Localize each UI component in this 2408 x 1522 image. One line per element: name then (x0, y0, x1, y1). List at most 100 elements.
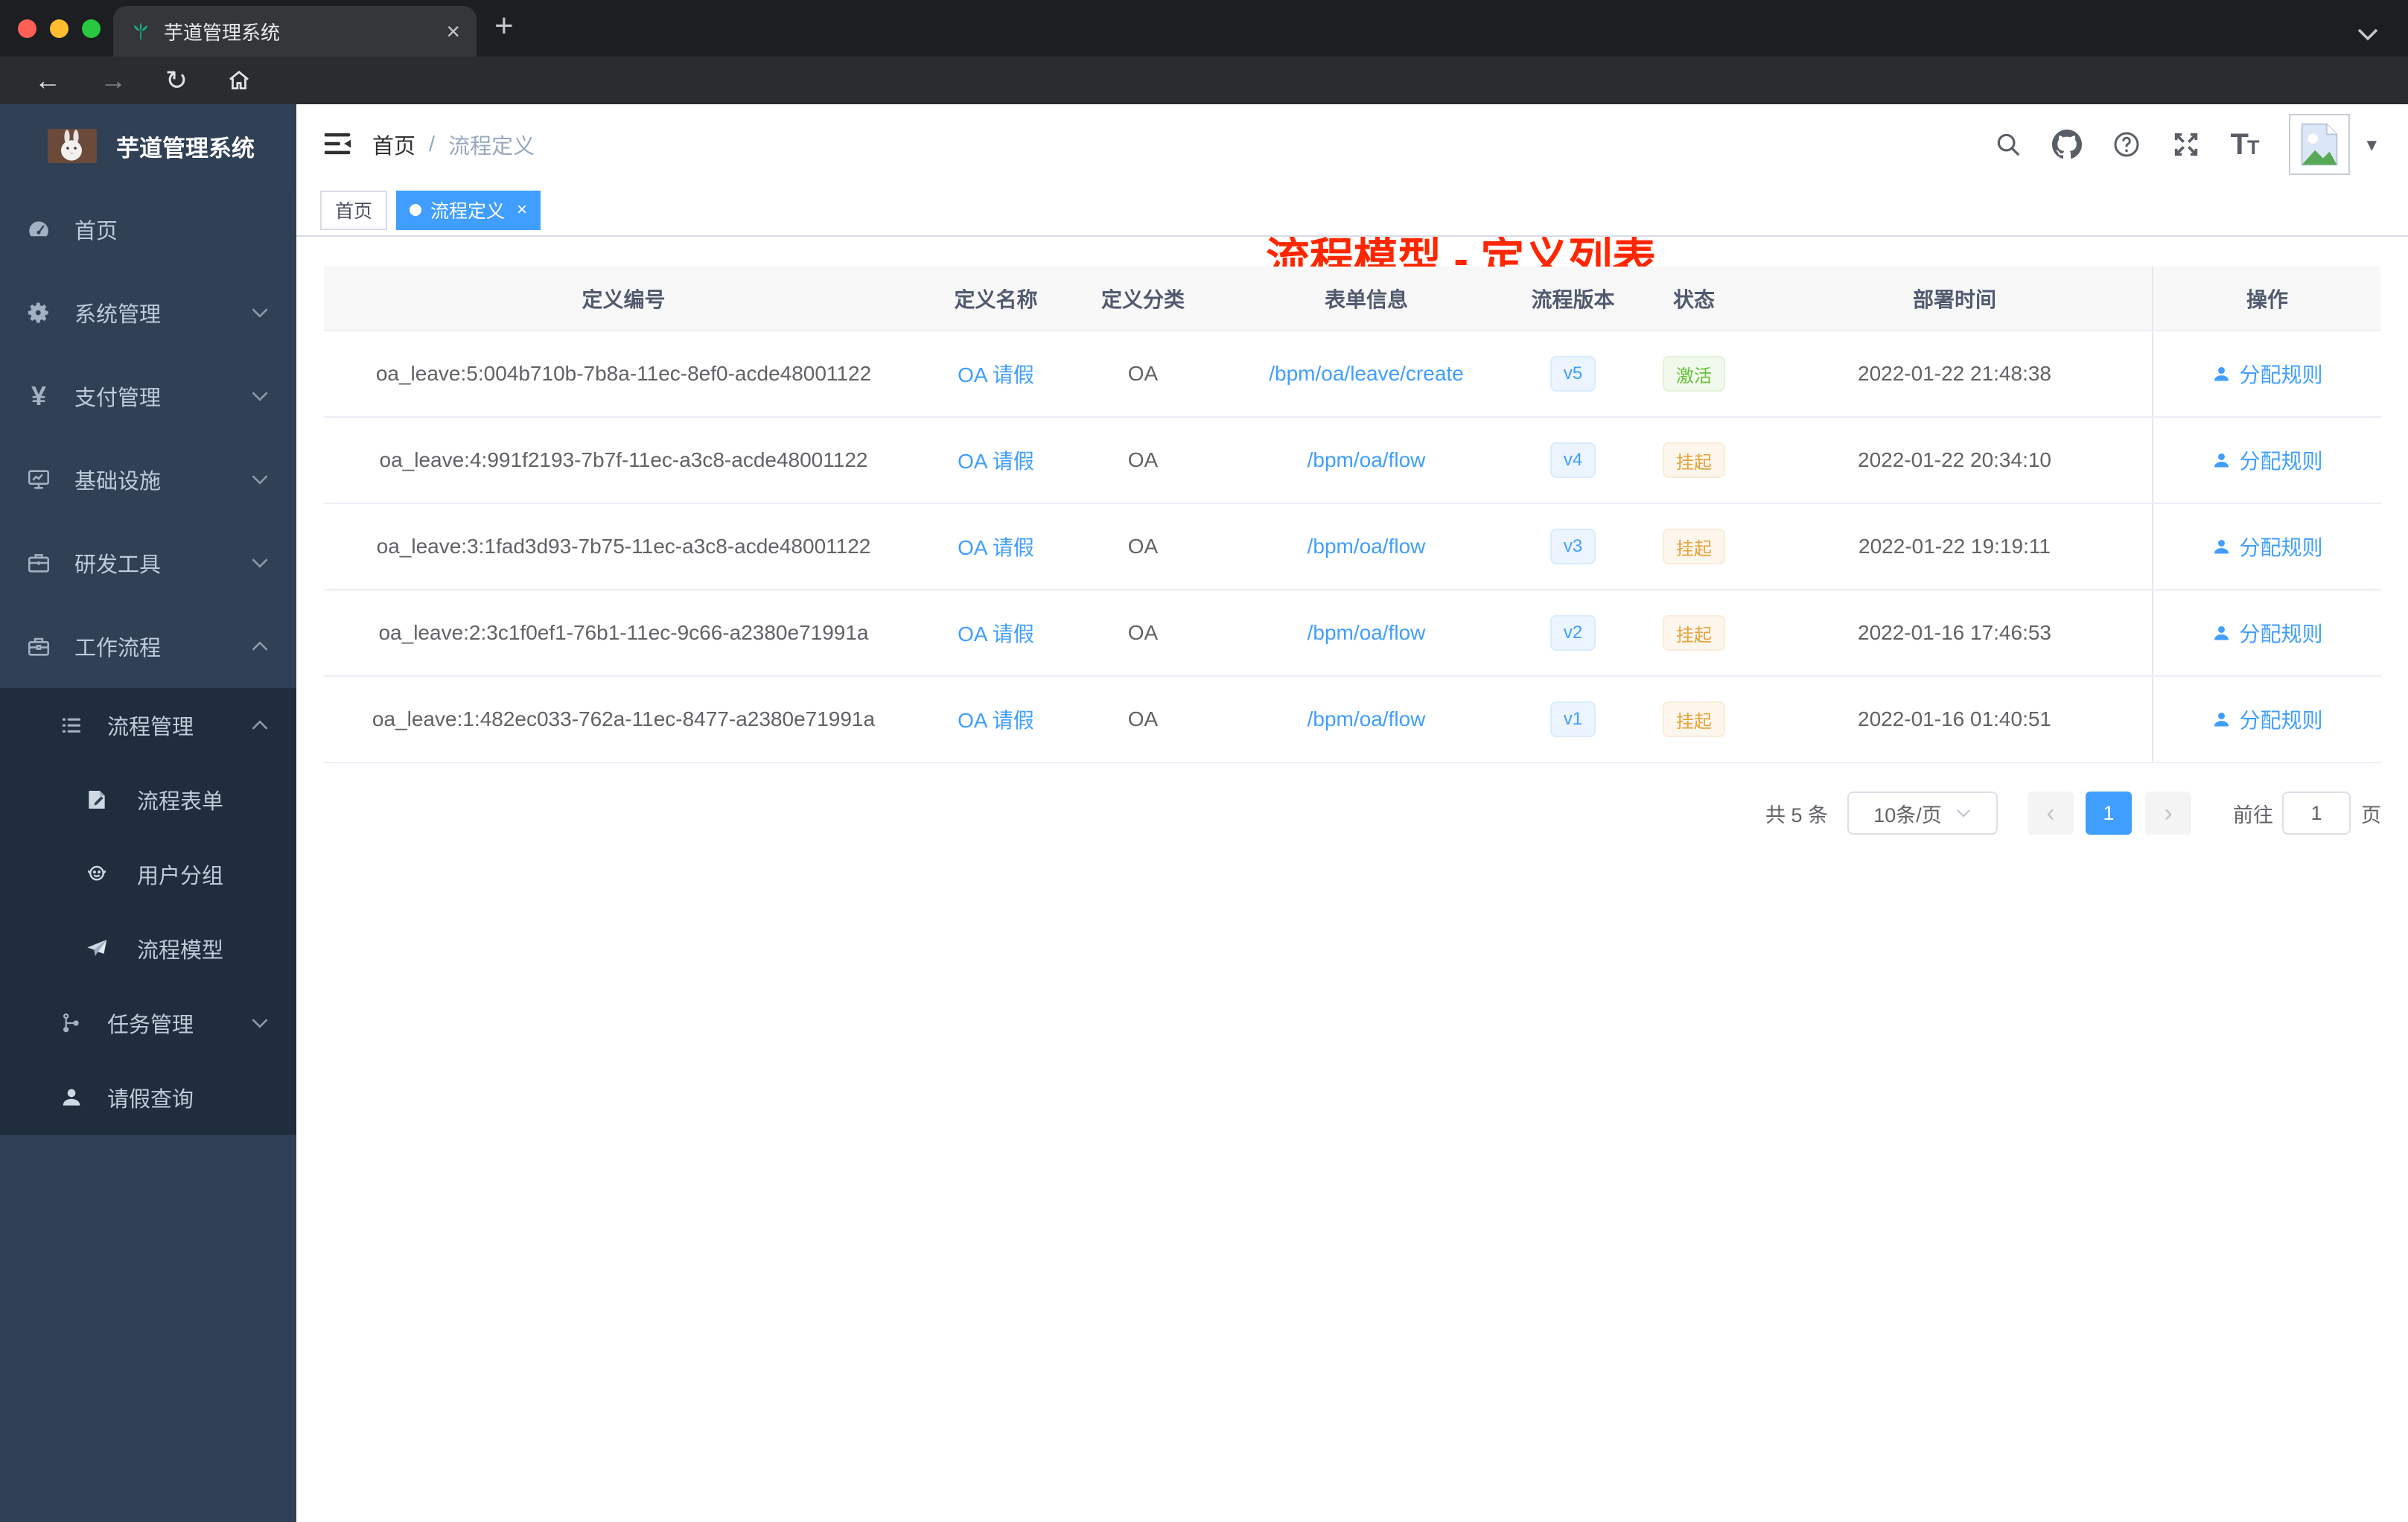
column-header: 定义编号 (582, 287, 666, 311)
column-header: 定义名称 (954, 287, 1038, 311)
help-icon[interactable] (2112, 130, 2141, 159)
sidebar-item-workflow[interactable]: 工作流程 (0, 605, 296, 688)
sidebar-item-payment[interactable]: ¥ 支付管理 (0, 354, 296, 438)
sidebar-item-label: 研发工具 (74, 553, 162, 577)
table-row: oa_leave:5:004b710b-7b8a-11ec-8ef0-acde4… (324, 331, 2381, 418)
reload-icon[interactable]: ↻ (165, 65, 188, 96)
fullscreen-icon[interactable] (2171, 130, 2201, 159)
window-controls (18, 19, 101, 38)
font-size-icon[interactable]: T T (2231, 130, 2260, 159)
action-cell: 分配规则 (2152, 590, 2381, 675)
table-row: oa_leave:3:1fad3d93-7b75-11ec-a3c8-acde4… (324, 504, 2381, 590)
sidebar-item-infrastructure[interactable]: 基础设施 (0, 438, 296, 521)
next-page-button[interactable]: › (2145, 792, 2191, 835)
person-icon (2214, 453, 2229, 467)
form-info-cell: /bpm/oa/leave/create (1217, 331, 1515, 416)
breadcrumb: 首页 / 流程定义 (372, 104, 535, 185)
caret-down-icon[interactable]: ▾ (2366, 133, 2377, 156)
assign-rule-link[interactable]: 分配规则 (2211, 445, 2323, 475)
new-tab-button[interactable]: + (494, 7, 514, 45)
sidebar-item-label: 请假查询 (107, 1088, 194, 1112)
version-badge: v5 (1549, 356, 1596, 392)
tab-title: 芋道管理系统 (164, 21, 281, 44)
sidebar-item-label: 首页 (74, 220, 118, 243)
form-link[interactable]: /bpm/oa/flow (1307, 707, 1426, 731)
monitor-icon (25, 467, 52, 492)
sidebar-item-process-model[interactable]: 流程模型 (0, 911, 296, 986)
chevron-down-icon (250, 474, 270, 485)
home-icon[interactable] (226, 68, 252, 93)
tag-home[interactable]: 首页 (320, 190, 388, 230)
action-cell: 分配规则 (2152, 331, 2381, 416)
sidebar-item-home[interactable]: 首页 (0, 188, 296, 271)
avatar[interactable] (2289, 114, 2351, 175)
back-icon[interactable]: ← (34, 65, 61, 96)
goto-page-input[interactable] (2282, 792, 2351, 835)
sidebar-item-user-group[interactable]: 用户分组 (0, 837, 296, 911)
definition-name-link[interactable]: OA 请假 (958, 445, 1034, 475)
assign-rule-link[interactable]: 分配规则 (2211, 704, 2323, 734)
table-row: oa_leave:4:991f2193-7b7f-11ec-a3c8-acde4… (324, 418, 2381, 504)
chevron-down-icon (1956, 809, 1970, 818)
assign-rule-link[interactable]: 分配规则 (2211, 532, 2323, 561)
table-row: oa_leave:1:482ec033-762a-11ec-8477-a2380… (324, 677, 2381, 763)
form-info-cell: /bpm/oa/flow (1217, 677, 1515, 762)
tree-branch-icon (58, 1011, 85, 1035)
tab-close-icon[interactable]: × (446, 19, 460, 43)
version-cell: v5 (1515, 331, 1631, 416)
form-link[interactable]: /bpm/oa/flow (1307, 535, 1426, 558)
breadcrumb-separator: / (429, 132, 436, 156)
version-badge: v2 (1549, 615, 1596, 651)
definition-category: OA (1127, 448, 1159, 471)
browser-tab[interactable]: 芋道管理系统 × (113, 6, 477, 57)
sidebar-item-task-mgmt[interactable]: 任务管理 (0, 986, 296, 1060)
assign-rule-label: 分配规则 (2239, 709, 2323, 732)
chevron-down-icon (250, 557, 270, 569)
form-link[interactable]: /bpm/oa/leave/create (1269, 362, 1464, 386)
assign-rule-link[interactable]: 分配规则 (2211, 359, 2323, 389)
forward-icon[interactable]: → (100, 65, 127, 96)
definition-name-link[interactable]: OA 请假 (958, 618, 1034, 648)
assign-rule-link[interactable]: 分配规则 (2211, 618, 2323, 648)
definition-name-link[interactable]: OA 请假 (958, 359, 1034, 389)
deploy-time: 2022-01-16 17:46:53 (1858, 621, 2051, 644)
favicon-plant-icon (130, 20, 152, 42)
window-zoom-button[interactable] (82, 19, 101, 38)
sidebar-logo[interactable]: 芋道管理系统 (0, 104, 296, 188)
paper-plane-icon (83, 937, 110, 961)
sidebar-item-leave-query[interactable]: 请假查询 (0, 1060, 296, 1135)
breadcrumb-home[interactable]: 首页 (372, 129, 415, 160)
tag-process-definition[interactable]: 流程定义 × (396, 190, 541, 230)
page-number-button[interactable]: 1 (2086, 792, 2132, 835)
version-cell: v3 (1515, 504, 1631, 589)
assign-rule-label: 分配规则 (2239, 363, 2323, 386)
search-icon[interactable] (1994, 130, 2022, 159)
window-minimize-button[interactable] (50, 19, 69, 38)
sidebar-item-process-mgmt[interactable]: 流程管理 (0, 688, 296, 762)
definition-name-link[interactable]: OA 请假 (958, 532, 1034, 561)
total-count-label: 共 5 条 (1765, 803, 1828, 827)
sidebar-item-label: 流程管理 (107, 716, 194, 739)
sidebar: 芋道管理系统 首页 系统管理 ¥ 支付管理 基础设施 研发工具 工作流程 流程管… (0, 104, 296, 1522)
form-link[interactable]: /bpm/oa/flow (1307, 448, 1426, 472)
assign-rule-label: 分配规则 (2239, 450, 2323, 473)
sidebar-collapse-icon[interactable] (320, 127, 354, 161)
window-close-button[interactable] (18, 19, 36, 38)
prev-page-button[interactable]: ‹ (2028, 792, 2074, 835)
tag-close-icon[interactable]: × (517, 200, 527, 220)
sidebar-item-devtools[interactable]: 研发工具 (0, 521, 296, 605)
sidebar-item-label: 用户分组 (137, 865, 224, 888)
sidebar-item-system[interactable]: 系统管理 (0, 271, 296, 354)
browser-address-bar: ← → ↻ 不安全 dashboard.yudao.iocoder.cn/bpm… (0, 57, 2408, 158)
person-icon (2214, 539, 2229, 553)
tab-overflow-chevron-icon[interactable] (2356, 27, 2380, 42)
column-header: 定义分类 (1101, 287, 1185, 311)
status-badge: 挂起 (1663, 529, 1725, 564)
sidebar-item-process-form[interactable]: 流程表单 (0, 762, 296, 837)
github-icon[interactable] (2051, 130, 2082, 159)
form-link[interactable]: /bpm/oa/flow (1307, 621, 1426, 645)
column-header: 操作 (2152, 267, 2381, 330)
deploy-time: 2022-01-22 19:19:11 (1858, 535, 2051, 558)
definition-name-link[interactable]: OA 请假 (958, 704, 1034, 734)
page-size-select[interactable]: 10条/页 (1847, 792, 1998, 835)
